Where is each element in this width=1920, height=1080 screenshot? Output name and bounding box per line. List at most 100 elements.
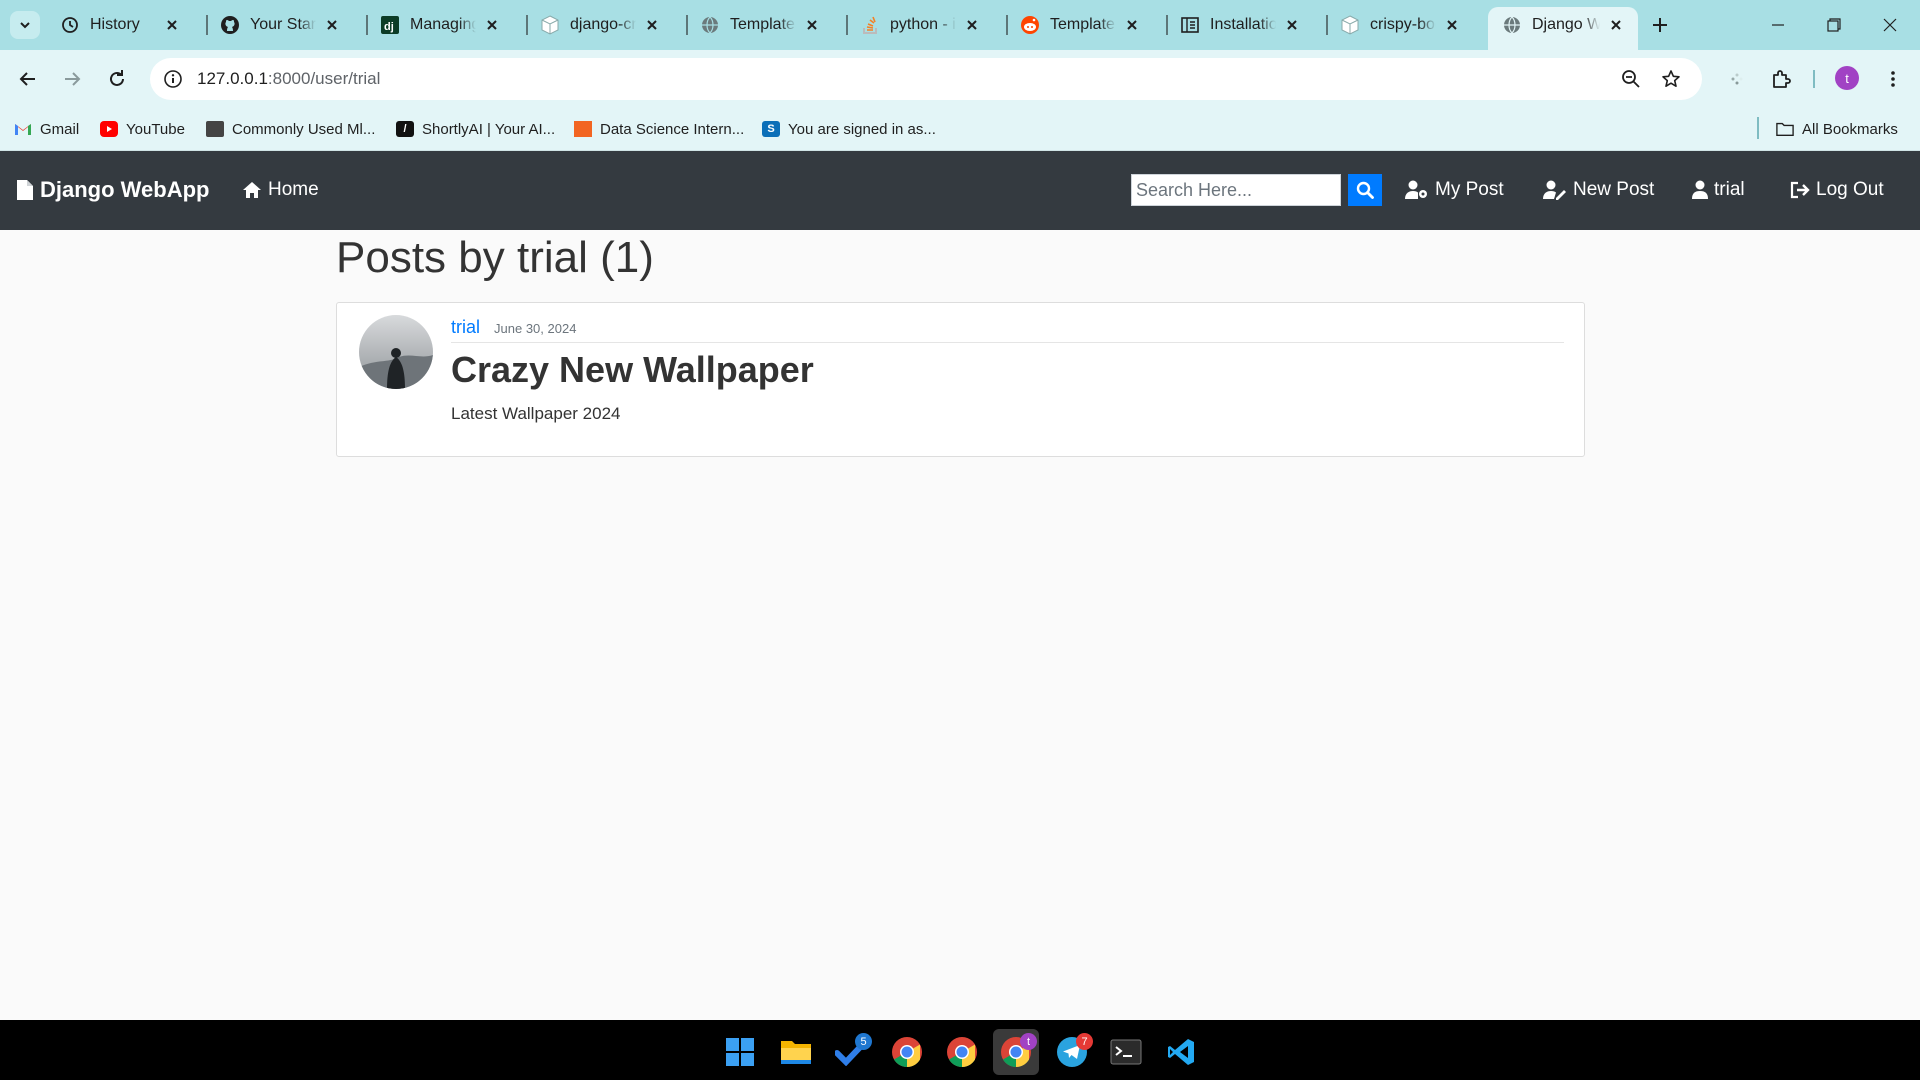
bookmark-signed-in[interactable]: S You are signed in as... (762, 118, 936, 140)
chevron-down-icon (20, 22, 30, 29)
tab-label: python - i (890, 16, 956, 33)
address-bar[interactable]: 127.0.0.1:8000/user/trial (150, 58, 1702, 100)
site-info-icon[interactable] (162, 68, 184, 90)
gmail-icon (14, 121, 32, 137)
browser-tab-templates[interactable]: TemplateS (686, 7, 834, 43)
close-icon[interactable] (1282, 15, 1302, 35)
search-button[interactable] (1348, 174, 1382, 206)
url-host: 127.0.0.1 (197, 69, 268, 88)
close-icon[interactable] (962, 15, 982, 35)
file-explorer-button[interactable] (773, 1029, 819, 1075)
close-icon[interactable] (802, 15, 822, 35)
bookmark-data-science[interactable]: Data Science Intern... (574, 118, 744, 140)
nav-user-label: trial (1714, 179, 1745, 200)
history-icon (60, 15, 80, 35)
close-icon[interactable] (1442, 15, 1462, 35)
todo-app-button[interactable]: 5 (828, 1029, 874, 1075)
browser-tab-templated[interactable]: TemplateD (1006, 7, 1154, 43)
chrome-icon (947, 1037, 977, 1068)
arrow-left-icon (19, 72, 35, 86)
browser-tab-python[interactable]: python - i (846, 7, 994, 43)
globe-icon (1502, 15, 1522, 35)
plus-icon (1653, 18, 1667, 32)
user-edit-icon (1543, 180, 1566, 200)
youtube-icon (100, 121, 118, 137)
browser-tab-django-crispy[interactable]: django-cri (526, 7, 674, 43)
nav-my-post[interactable]: My Post (1405, 179, 1504, 201)
close-icon[interactable] (642, 15, 662, 35)
close-icon[interactable] (1122, 15, 1142, 35)
zoom-icon[interactable] (1620, 68, 1642, 90)
close-icon (1883, 18, 1897, 32)
all-bookmarks[interactable]: All Bookmarks (1776, 118, 1898, 140)
bookmark-youtube[interactable]: YouTube (100, 118, 185, 140)
close-icon[interactable] (162, 15, 182, 35)
nav-new-post[interactable]: New Post (1543, 179, 1654, 201)
tab-label: History (90, 16, 140, 33)
nav-user-profile[interactable]: trial (1692, 179, 1745, 201)
new-tab-button[interactable] (1648, 13, 1672, 37)
browser-toolbar: 127.0.0.1:8000/user/trial t (0, 50, 1920, 107)
nav-home[interactable]: Home (242, 179, 319, 201)
reload-button[interactable] (102, 64, 132, 94)
stackoverflow-icon (860, 15, 880, 35)
extension-loading-icon[interactable] (1722, 64, 1752, 94)
tab-label: crispy-boo (1370, 16, 1436, 33)
author-avatar[interactable] (359, 315, 433, 389)
tab-label: TemplateS (730, 16, 796, 33)
post-title-link[interactable]: Crazy New Wallpaper (451, 349, 814, 391)
tab-label: Your Stars (250, 16, 316, 33)
nav-logout[interactable]: Log Out (1790, 179, 1884, 201)
svg-text:dj: dj (384, 21, 394, 33)
bookmark-label: YouTube (126, 120, 185, 138)
post-card: trial June 30, 2024 Crazy New Wallpaper … (336, 302, 1585, 457)
package-icon (540, 15, 560, 35)
chrome-active-button[interactable]: t (993, 1029, 1039, 1075)
brand-link[interactable]: Django WebApp (16, 177, 209, 203)
browser-tab-your-stars[interactable]: Your Stars (206, 7, 354, 43)
tab-search-button[interactable] (10, 11, 40, 39)
browser-tab-django-webapp[interactable]: Django W (1488, 7, 1638, 50)
browser-tab-history[interactable]: History (46, 7, 194, 43)
bookmark-commonly-used[interactable]: Commonly Used Ml... (206, 118, 375, 140)
terminal-button[interactable] (1103, 1029, 1149, 1075)
restore-icon (1827, 18, 1841, 32)
folder-icon (1776, 121, 1794, 137)
browser-tab-crispy-bootstrap[interactable]: crispy-boo (1326, 7, 1474, 43)
start-button[interactable] (717, 1029, 763, 1075)
bookmark-star-icon[interactable] (1660, 68, 1682, 90)
bookmark-shortlyai[interactable]: / ShortlyAI | Your AI... (396, 118, 555, 140)
globe-icon (700, 15, 720, 35)
window-close-button[interactable] (1870, 10, 1910, 40)
restore-button[interactable] (1814, 10, 1854, 40)
minimize-button[interactable] (1758, 10, 1798, 40)
vscode-button[interactable] (1158, 1029, 1204, 1075)
bookmark-label: Commonly Used Ml... (232, 120, 376, 138)
chrome-profile-1-button[interactable] (884, 1029, 930, 1075)
arrow-right-icon (65, 72, 81, 86)
post-date: June 30, 2024 (494, 321, 577, 336)
forward-button[interactable] (57, 64, 87, 94)
chrome-profile-2-button[interactable] (939, 1029, 985, 1075)
browser-tab-installation[interactable]: Installation (1166, 7, 1314, 43)
back-button[interactable] (13, 64, 43, 94)
telegram-button[interactable]: 7 (1049, 1029, 1095, 1075)
all-bookmarks-label: All Bookmarks (1802, 120, 1898, 138)
close-icon[interactable] (322, 15, 342, 35)
search-input[interactable] (1131, 174, 1341, 206)
post-author-link[interactable]: trial (451, 317, 480, 338)
extensions-puzzle-icon[interactable] (1766, 64, 1796, 94)
close-icon[interactable] (1606, 15, 1626, 35)
todo-badge: 5 (855, 1033, 872, 1050)
reload-icon (110, 70, 124, 86)
bookmark-label: You are signed in as... (788, 120, 936, 138)
profile-avatar[interactable]: t (1835, 66, 1859, 90)
browser-tab-managing[interactable]: dj Managing (366, 7, 514, 43)
close-icon[interactable] (482, 15, 502, 35)
user-icon (1692, 180, 1708, 199)
bookmark-gmail[interactable]: Gmail (14, 118, 79, 140)
url-text[interactable]: 127.0.0.1:8000/user/trial (197, 69, 380, 89)
shortlyai-icon: / (396, 121, 414, 137)
more-menu-icon[interactable] (1878, 64, 1908, 94)
bookmark-label: Data Science Intern... (600, 120, 745, 138)
